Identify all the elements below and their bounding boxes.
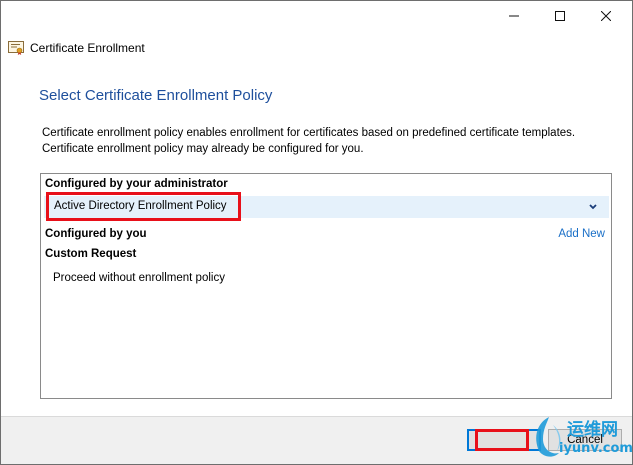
description-line-2: Certificate enrollment policy may alread… xyxy=(42,143,364,155)
active-directory-policy-row[interactable]: Active Directory Enrollment Policy xyxy=(44,196,609,218)
add-new-link[interactable]: Add New xyxy=(558,228,605,240)
enrollment-policy-list: Configured by your administrator Active … xyxy=(40,173,612,399)
minimize-button[interactable] xyxy=(491,1,537,31)
proceed-without-policy-option[interactable]: Proceed without enrollment policy xyxy=(53,272,225,284)
app-title: Certificate Enrollment xyxy=(30,41,145,55)
policy-name: Active Directory Enrollment Policy xyxy=(54,200,227,212)
cancel-button[interactable]: Cancel xyxy=(548,429,622,451)
page-description: Certificate enrollment policy enables en… xyxy=(42,125,612,157)
dialog-footer: Next Cancel xyxy=(1,417,632,464)
app-header: Certificate Enrollment xyxy=(8,39,145,57)
custom-section-label: Custom Request xyxy=(45,248,137,260)
close-icon xyxy=(601,11,611,21)
title-bar xyxy=(1,1,632,31)
chevron-down-icon[interactable] xyxy=(587,201,599,213)
certificate-enrollment-window: Certificate Enrollment Select Certificat… xyxy=(0,0,633,465)
admin-section-label: Configured by your administrator xyxy=(45,178,228,190)
close-button[interactable] xyxy=(583,1,629,31)
next-button[interactable]: Next xyxy=(467,429,541,451)
user-section-label: Configured by you xyxy=(45,228,147,240)
maximize-icon xyxy=(555,11,565,21)
maximize-button[interactable] xyxy=(537,1,583,31)
page-title: Select Certificate Enrollment Policy xyxy=(39,87,273,104)
certificate-icon xyxy=(8,41,24,55)
description-line-1: Certificate enrollment policy enables en… xyxy=(42,127,576,139)
minimize-icon xyxy=(509,15,519,17)
